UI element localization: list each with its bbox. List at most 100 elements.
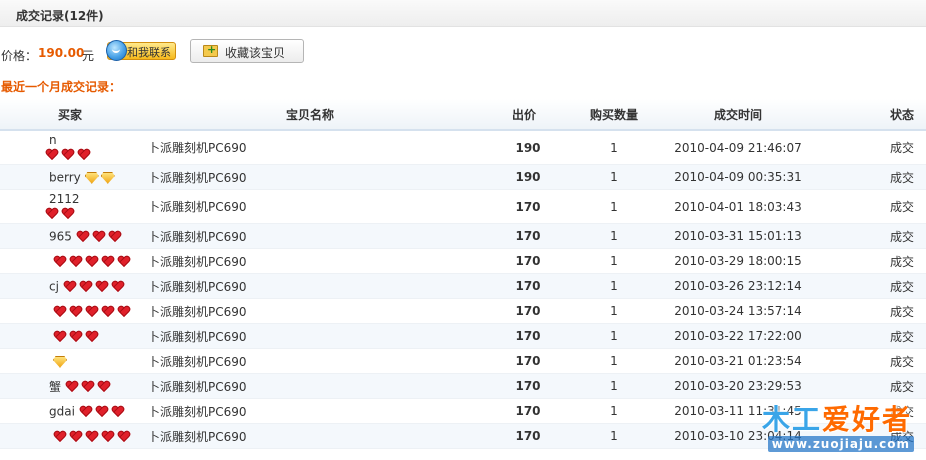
deal-time: 2010-03-24 13:57:14: [638, 298, 838, 324]
table-row: cj 卜派雕刻机PC690 170 1 2010-03-26 23:12:14 成交: [0, 273, 926, 299]
credit-badges: [53, 254, 133, 268]
credit-badges: [53, 354, 69, 368]
credit-badges: [53, 329, 101, 343]
item-name-link[interactable]: 卜派雕刻机PC690: [148, 130, 466, 165]
bid-price: 170: [466, 398, 590, 424]
buyer-name[interactable]: 蟹: [49, 380, 61, 394]
item-name-link[interactable]: 卜派雕刻机PC690: [148, 189, 466, 224]
heart-icon: [111, 406, 125, 418]
item-name-link[interactable]: 卜派雕刻机PC690: [148, 273, 466, 299]
purchase-qty: 1: [590, 273, 638, 299]
credit-badges: [53, 429, 133, 443]
heart-icon: [53, 431, 67, 443]
buyer-name[interactable]: cj: [49, 279, 59, 293]
item-name-link[interactable]: 卜派雕刻机PC690: [148, 164, 466, 190]
folder-add-icon: [203, 43, 218, 57]
credit-badges: [63, 279, 127, 293]
bid-price: 190: [466, 164, 590, 190]
heart-icon: [101, 431, 115, 443]
deal-status: 成交: [838, 189, 926, 224]
column-header-status: 状态: [838, 99, 926, 131]
heart-icon: [63, 281, 77, 293]
deal-status: 成交: [838, 130, 926, 165]
deal-status: 成交: [838, 323, 926, 349]
table-header-row: 买家 宝贝名称 出价 购买数量 成交时间 状态: [0, 99, 926, 131]
buyer-cell: [0, 298, 148, 324]
deal-time: 2010-03-20 23:29:53: [638, 373, 838, 399]
deal-time: 2010-04-09 00:35:31: [638, 164, 838, 190]
bid-price: 190: [466, 130, 590, 165]
buyer-name[interactable]: gdai: [49, 404, 75, 418]
heart-icon: [111, 281, 125, 293]
deal-time: 2010-04-09 21:46:07: [638, 130, 838, 165]
heart-icon: [95, 281, 109, 293]
buyer-name[interactable]: berry: [49, 170, 81, 184]
purchase-qty: 1: [590, 423, 638, 449]
heart-icon: [85, 306, 99, 318]
purchase-qty: 1: [590, 323, 638, 349]
heart-icon: [53, 256, 67, 268]
buyer-cell: 965: [0, 223, 148, 249]
heart-icon: [61, 208, 75, 220]
heart-icon: [97, 381, 111, 393]
deal-status: 成交: [838, 273, 926, 299]
table-row: 2112 卜派雕刻机PC690 170 1 2010-04-01 18:03:43 成交: [0, 189, 926, 224]
heart-icon: [69, 256, 83, 268]
heart-icon: [53, 331, 67, 343]
diamond-icon: [84, 171, 99, 184]
title-bar: 成交记录(12件): [0, 0, 926, 27]
heart-icon: [95, 406, 109, 418]
column-header-buyer: 买家: [0, 99, 148, 131]
item-name-link[interactable]: 卜派雕刻机PC690: [148, 298, 466, 324]
credit-badges: [45, 206, 148, 220]
deal-status: 成交: [838, 373, 926, 399]
heart-icon: [101, 306, 115, 318]
contact-seller-label: 和我联系: [127, 46, 171, 59]
heart-icon: [45, 149, 59, 161]
page-title: 成交记录(12件): [16, 9, 104, 23]
credit-badges: [65, 379, 113, 393]
buyer-name[interactable]: 965: [49, 229, 72, 243]
deal-time: 2010-03-22 17:22:00: [638, 323, 838, 349]
contact-seller-button[interactable]: 和我联系: [106, 40, 176, 61]
bid-price: 170: [466, 223, 590, 249]
item-name-link[interactable]: 卜派雕刻机PC690: [148, 248, 466, 274]
deal-time: 2010-03-31 15:01:13: [638, 223, 838, 249]
diamond-icon: [53, 355, 67, 368]
item-name-link[interactable]: 卜派雕刻机PC690: [148, 323, 466, 349]
buyer-cell: cj: [0, 273, 148, 299]
item-name-link[interactable]: 卜派雕刻机PC690: [148, 223, 466, 249]
purchase-qty: 1: [590, 348, 638, 374]
item-name-link[interactable]: 卜派雕刻机PC690: [148, 398, 466, 424]
heart-icon: [79, 406, 93, 418]
deal-time: 2010-03-26 23:12:14: [638, 273, 838, 299]
section-title: 最近一个月成交记录：: [1, 80, 122, 94]
heart-icon: [92, 231, 106, 243]
heart-icon: [77, 149, 91, 161]
purchase-qty: 1: [590, 189, 638, 224]
heart-icon: [69, 306, 83, 318]
table-row: n 卜派雕刻机PC690 190 1 2010-04-09 21:46:07 成交: [0, 130, 926, 165]
add-favorite-button[interactable]: 收藏该宝贝: [190, 39, 304, 63]
diamond-icon: [100, 171, 115, 184]
item-name-link[interactable]: 卜派雕刻机PC690: [148, 423, 466, 449]
buyer-name[interactable]: 2112: [49, 193, 148, 206]
bid-price: 170: [466, 348, 590, 374]
chat-icon: [106, 40, 127, 61]
table-row: berry 卜派雕刻机PC690 190 1 2010-04-09 00:35:31 成交: [0, 164, 926, 190]
buyer-name[interactable]: n: [49, 134, 148, 147]
bid-price: 170: [466, 323, 590, 349]
deal-status: 成交: [838, 298, 926, 324]
deal-status: 成交: [838, 223, 926, 249]
item-name-link[interactable]: 卜派雕刻机PC690: [148, 348, 466, 374]
heart-icon: [69, 331, 83, 343]
item-name-link[interactable]: 卜派雕刻机PC690: [148, 373, 466, 399]
column-header-qty: 购买数量: [590, 99, 638, 131]
watermark-logo: 木工爱好者 www.zuojiaju.com: [742, 398, 922, 458]
table-row: 卜派雕刻机PC690 170 1 2010-03-24 13:57:14 成交: [0, 298, 926, 324]
table-row: 卜派雕刻机PC690 170 1 2010-03-21 01:23:54 成交: [0, 348, 926, 374]
bid-price: 170: [466, 189, 590, 224]
column-header-item: 宝贝名称: [148, 99, 466, 131]
purchase-qty: 1: [590, 373, 638, 399]
heart-icon: [76, 231, 90, 243]
